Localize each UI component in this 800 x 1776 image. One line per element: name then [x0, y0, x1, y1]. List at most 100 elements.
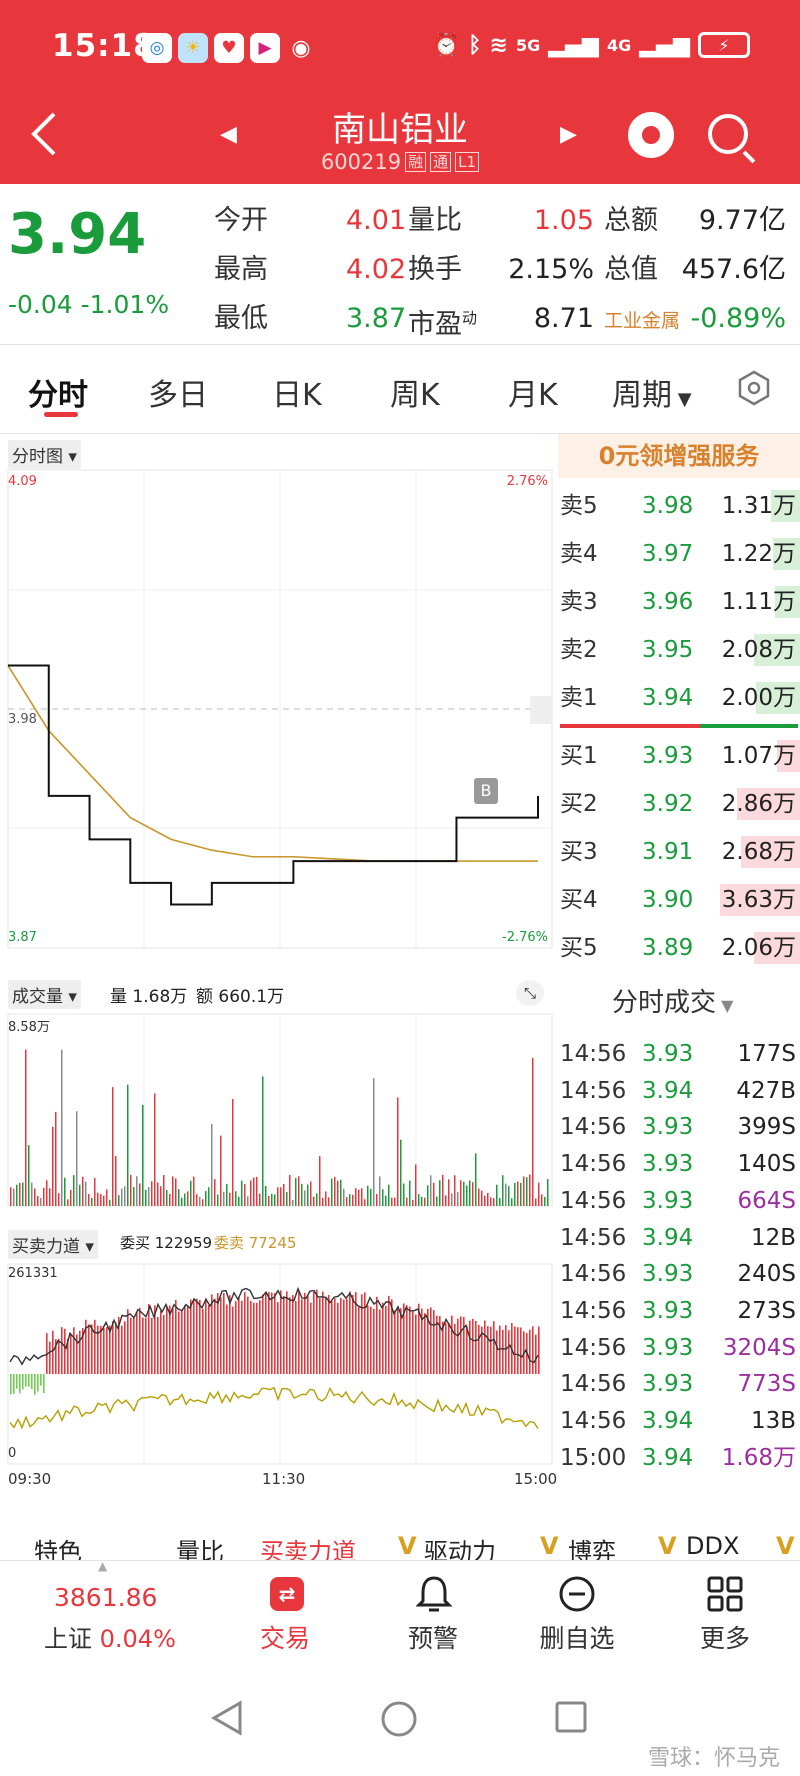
volume-bar: [205, 1191, 207, 1206]
back-icon[interactable]: [24, 108, 64, 160]
force-bar: [304, 1292, 306, 1374]
volume-bar: [445, 1195, 447, 1206]
volume-bar: [343, 1188, 345, 1206]
indicator-force[interactable]: 买卖力道: [260, 1532, 356, 1560]
ask-row[interactable]: 卖3 3.96 1.11万: [558, 578, 800, 626]
volume-bar: [280, 1187, 282, 1206]
stock-name: 南山铝业: [332, 110, 468, 150]
force-bar: [379, 1309, 381, 1374]
system-recents-icon[interactable]: [554, 1700, 588, 1734]
force-bar: [151, 1317, 153, 1374]
volume-bar: [37, 1196, 39, 1206]
nav-more[interactable]: 更多: [670, 1561, 780, 1657]
volume-bar: [16, 1184, 18, 1206]
volume-bar: [100, 1194, 102, 1206]
tick-time: 14:56: [560, 1408, 627, 1434]
force-bar: [265, 1293, 267, 1374]
force-bar: [475, 1320, 477, 1374]
indicator-game[interactable]: 博弈: [568, 1532, 616, 1560]
remove-circle-icon: [559, 1576, 595, 1612]
force-bar: [460, 1316, 462, 1374]
volume-selector[interactable]: 成交量 ▾: [8, 980, 81, 1009]
volume-bar: [481, 1190, 483, 1206]
volume-bar: [424, 1197, 426, 1206]
buy-marker[interactable]: B: [474, 778, 498, 804]
indicator-volume-ratio[interactable]: 量比: [176, 1532, 224, 1560]
indicator-drive[interactable]: 驱动力: [424, 1532, 496, 1560]
next-stock-icon[interactable]: ▶: [560, 122, 577, 147]
force-bar-negative: [31, 1374, 33, 1390]
bid-row[interactable]: 买5 3.89 2.06万: [558, 924, 800, 972]
index-value[interactable]: 3861.86: [54, 1583, 157, 1612]
tab-multiday[interactable]: 多日: [148, 370, 208, 414]
force-bar: [91, 1324, 93, 1374]
volume-bar: [82, 1176, 84, 1206]
tab-intraday[interactable]: 分时: [28, 370, 88, 414]
quote-col-3: 总额 9.77亿 总值 457.6亿 工业金属 -0.89%: [604, 196, 786, 343]
force-bar: [310, 1302, 312, 1374]
sector-change[interactable]: -0.89%: [690, 294, 786, 343]
volume-bar: [151, 1181, 153, 1206]
index-name-row[interactable]: 上证 0.04%: [44, 1619, 176, 1654]
nav-alert[interactable]: 预警: [378, 1561, 488, 1657]
status-bar: 15:18 ◎ ☀ ♥ ▶ ◉ ⏰ ᛒ ≋ 5G ▂▄▆ 4G ▂▄▆ ⚡: [0, 0, 800, 98]
force-bar: [307, 1295, 309, 1374]
system-home-icon[interactable]: [380, 1700, 418, 1738]
tick-time: 14:56: [560, 1114, 627, 1141]
force-bar: [172, 1308, 174, 1374]
level-label: 卖3: [560, 589, 598, 615]
tab-monthly-k[interactable]: 月K: [508, 370, 558, 414]
ask-row[interactable]: 卖2 3.95 2.08万: [558, 626, 800, 674]
ask-row[interactable]: 卖1 3.94 2.00万: [558, 674, 800, 722]
level-price: 3.97: [642, 541, 694, 567]
force-bar: [208, 1305, 210, 1374]
nav-trade[interactable]: ⇄ 交易: [230, 1561, 340, 1657]
indicator-feature[interactable]: 特色: [34, 1532, 82, 1560]
prev-stock-icon[interactable]: ◀: [220, 122, 237, 147]
volume-bar: [64, 1177, 66, 1206]
force-selector[interactable]: 买卖力道 ▾: [8, 1230, 98, 1259]
volume-bar: [427, 1185, 429, 1206]
search-icon[interactable]: [708, 114, 748, 154]
force-bar: [298, 1290, 300, 1374]
ticks-title[interactable]: 分时成交 ▼: [612, 982, 733, 1019]
sector-label[interactable]: 工业金属: [604, 310, 680, 332]
tab-period[interactable]: 周期 ▼: [612, 370, 692, 414]
expand-handle[interactable]: [530, 696, 552, 724]
volume-ratio-value: 1.05: [533, 205, 594, 236]
settings-hex-icon[interactable]: [736, 370, 772, 406]
wifi-icon: ≋: [489, 32, 508, 58]
volume-bar: [433, 1182, 435, 1206]
bid-row[interactable]: 买2 3.92 2.86万: [558, 780, 800, 828]
volume-bar: [337, 1180, 339, 1206]
mascot-icon[interactable]: [628, 112, 674, 158]
fullscreen-icon[interactable]: ⤡: [516, 980, 544, 1006]
volume-bar: [541, 1194, 543, 1206]
volume-bar: [295, 1177, 297, 1206]
volume-bar: [262, 1076, 264, 1206]
nav-remove-watchlist[interactable]: 删自选: [522, 1561, 632, 1657]
force-bar: [73, 1327, 75, 1374]
volume-bar: [202, 1199, 204, 1206]
ask-row[interactable]: 卖5 3.98 1.31万: [558, 482, 800, 530]
volume-bar: [49, 1188, 51, 1206]
volume-bar: [265, 1185, 267, 1206]
volume-bar: [19, 1182, 21, 1206]
intraday-chart-svg[interactable]: [0, 434, 556, 1514]
volume-bar: [133, 1187, 135, 1206]
force-bar: [235, 1301, 237, 1374]
force-bar: [49, 1341, 51, 1374]
tab-daily-k[interactable]: 日K: [272, 370, 322, 414]
indicator-ddx[interactable]: DDX: [686, 1532, 739, 1560]
ask-row[interactable]: 卖4 3.97 1.22万: [558, 530, 800, 578]
system-back-icon[interactable]: [210, 1700, 244, 1736]
bid-row[interactable]: 买1 3.93 1.07万: [558, 732, 800, 780]
tab-weekly-k[interactable]: 周K: [390, 370, 440, 414]
bid-row[interactable]: 买3 3.91 2.68万: [558, 828, 800, 876]
promo-banner[interactable]: 0元领增强服务: [558, 434, 800, 478]
force-bar: [127, 1309, 129, 1374]
volume-bar: [412, 1199, 414, 1206]
bid-row[interactable]: 买4 3.90 3.63万: [558, 876, 800, 924]
volume-bar: [175, 1178, 177, 1206]
level-price: 3.89: [642, 935, 694, 961]
